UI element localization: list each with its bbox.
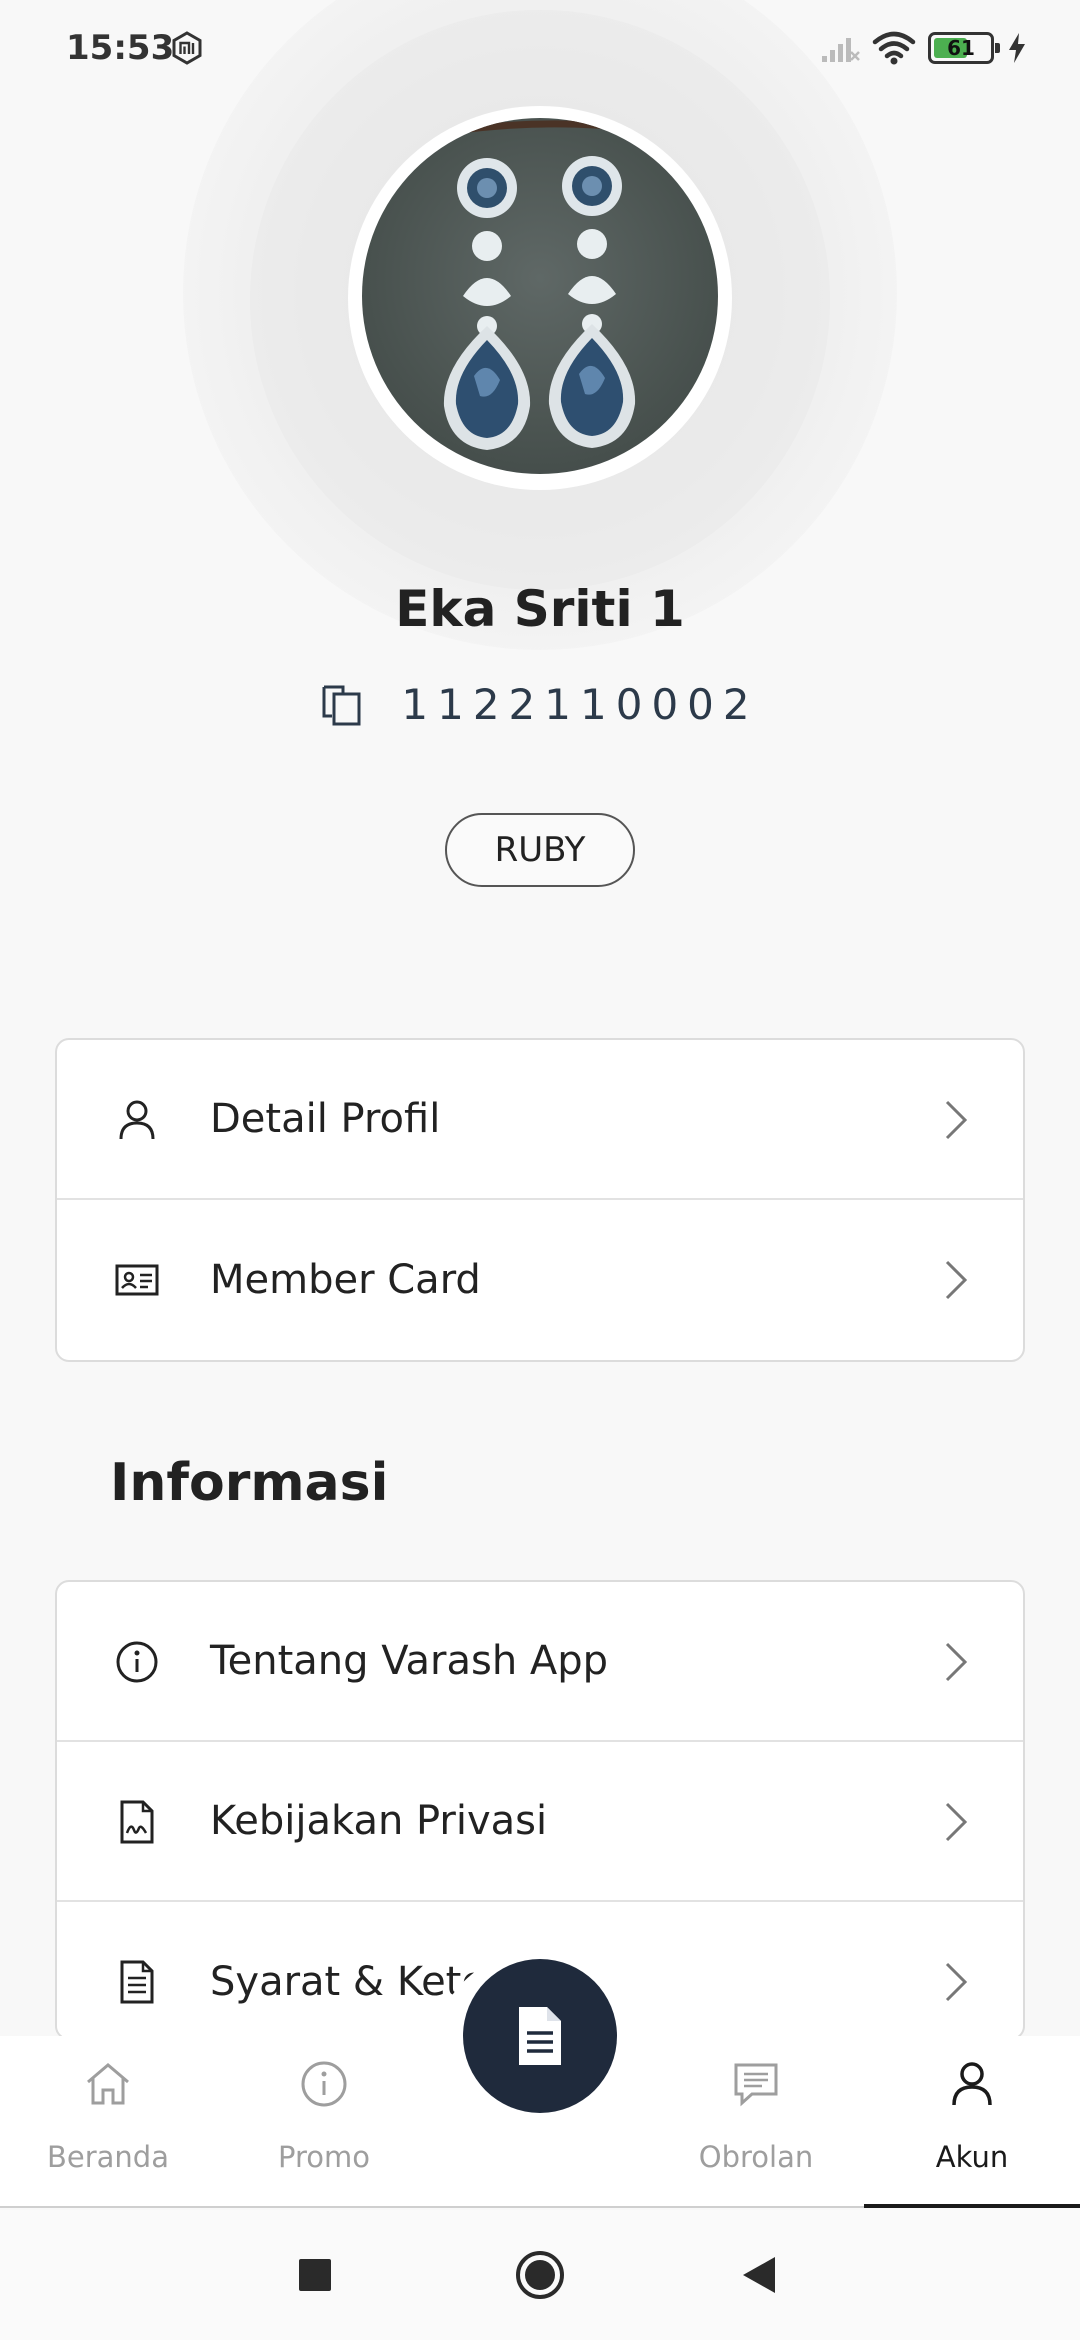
mi-icon <box>172 31 202 65</box>
menu-item-member-card[interactable]: Member Card <box>57 1200 1023 1360</box>
chevron-right-icon <box>945 1962 968 2002</box>
charging-icon <box>1009 33 1025 63</box>
id-card-icon <box>115 1264 159 1296</box>
nav-item-promo[interactable]: Promo <box>234 2036 414 2208</box>
nav-item-obrolan[interactable]: Obrolan <box>666 2036 846 2208</box>
menu-item-label: Member Card <box>210 1257 481 1303</box>
earring-image <box>401 120 693 450</box>
document-icon <box>519 2007 561 2065</box>
member-id: 1122110002 <box>401 680 759 729</box>
copy-icon[interactable] <box>321 683 365 727</box>
chevron-right-icon <box>945 1260 968 1300</box>
nav-label: Promo <box>278 2140 370 2174</box>
nav-label: Obrolan <box>698 2140 814 2174</box>
menu-item-label: Detail Profil <box>210 1096 441 1142</box>
home-icon <box>87 2063 129 2105</box>
status-time: 15:53 <box>66 28 175 68</box>
chevron-right-icon <box>945 1642 968 1682</box>
home-circle-icon[interactable] <box>515 2250 565 2300</box>
chevron-right-icon <box>945 1802 968 1842</box>
info-icon <box>301 2061 347 2107</box>
menu-item-kebijakan-privasi[interactable]: Kebijakan Privasi <box>57 1742 1023 1902</box>
menu-item-label: Kebijakan Privasi <box>210 1798 548 1844</box>
member-id-row: 1122110002 <box>0 680 1080 729</box>
tier-badge: RUBY <box>445 813 635 887</box>
status-icons: 61 <box>820 30 1028 66</box>
battery-icon: 61 <box>928 32 1000 64</box>
system-nav-bar <box>0 2210 1080 2340</box>
back-triangle-icon[interactable] <box>735 2250 785 2300</box>
profile-name: Eka Sriti 1 <box>395 580 685 638</box>
menu-item-label: Tentang Varash App <box>210 1638 609 1684</box>
wifi-icon <box>872 31 916 65</box>
nav-label: Beranda <box>47 2140 169 2174</box>
nav-item-akun[interactable]: Akun <box>882 2036 1062 2208</box>
menu-item-detail-profil[interactable]: Detail Profil <box>57 1040 1023 1200</box>
chat-icon <box>734 2063 778 2107</box>
battery-level: 61 <box>947 36 975 60</box>
nav-item-beranda[interactable]: Beranda <box>18 2036 198 2208</box>
status-bar: 15:53 61 <box>0 0 1080 98</box>
signal-icon <box>822 38 860 62</box>
document-signature-icon <box>120 1800 154 1844</box>
avatar[interactable] <box>362 118 718 474</box>
user-icon <box>119 1100 155 1140</box>
document-list-icon <box>120 1960 154 2004</box>
chevron-right-icon <box>945 1100 968 1140</box>
user-icon <box>952 2062 992 2106</box>
nav-label: Akun <box>935 2140 1009 2174</box>
recents-square-icon[interactable] <box>290 2250 340 2300</box>
info-icon <box>116 1641 158 1683</box>
menu-item-label: Syarat & Kete <box>210 1959 486 2005</box>
section-title-informasi: Informasi <box>110 1453 389 1513</box>
account-menu-card: Detail Profil Member Card <box>55 1038 1025 1362</box>
active-tab-indicator <box>864 2204 1080 2208</box>
fab-document-button[interactable] <box>463 1959 617 2113</box>
menu-item-tentang-app[interactable]: Tentang Varash App <box>57 1582 1023 1742</box>
